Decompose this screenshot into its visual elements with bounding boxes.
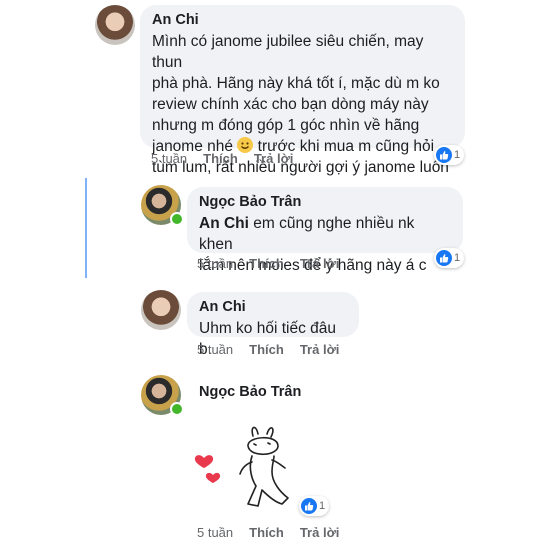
comment-actions: 5 tuần Thích Trả lời [197,525,339,540]
comment-bubble: Ngọc Bảo Trân An Chi em cũng nghe nhiều … [187,187,463,274]
comment-time[interactable]: 5 tuần [197,256,233,271]
reply-button[interactable]: Trả lời [300,525,340,540]
like-icon [301,498,317,514]
comment-time[interactable]: 5 tuần [151,151,187,166]
avatar-an-chi[interactable] [141,290,181,330]
online-status-icon [170,212,184,226]
reply-button[interactable]: Trả lời [300,342,340,357]
like-button[interactable]: Thích [249,342,284,357]
like-button[interactable]: Thích [203,151,238,166]
online-status-icon [170,402,184,416]
reaction-count[interactable]: 1 [434,145,465,165]
comment-bubble: An Chi Mình có janome jubilee siêu chiến… [140,5,465,176]
comment-bubble: An Chi Uhm ko hối tiếc đâu b. [187,292,359,358]
bunny-hearts-sticker[interactable] [190,422,300,518]
reaction-count[interactable]: 1 [434,248,465,268]
comment-author[interactable]: Ngọc Bảo Trân [199,194,451,210]
comment-author[interactable]: An Chi [152,12,453,28]
comment-time[interactable]: 5 tuần [197,525,233,540]
heart-icon [205,472,221,483]
comment-author[interactable]: Ngọc Bảo Trân [199,384,301,400]
like-icon [436,250,452,266]
reply-thread-line [85,178,87,278]
reaction-count[interactable]: 1 [299,496,330,516]
comment-actions: 5 tuần Thích Trả lời [197,256,339,271]
comment-author[interactable]: An Chi [199,299,347,315]
like-button[interactable]: Thích [249,525,284,540]
reply-button[interactable]: Trả lời [254,151,294,166]
comment-actions: 5 tuần Thích Trả lời [151,151,293,166]
comment-time[interactable]: 5 tuần [197,342,233,357]
like-icon [436,147,452,163]
heart-icon [194,455,214,468]
reply-button[interactable]: Trả lời [300,256,340,271]
avatar-an-chi[interactable] [95,5,135,45]
like-button[interactable]: Thích [249,256,284,271]
comment-actions: 5 tuần Thích Trả lời [197,342,339,357]
mention-tag[interactable]: An Chi [199,215,249,232]
